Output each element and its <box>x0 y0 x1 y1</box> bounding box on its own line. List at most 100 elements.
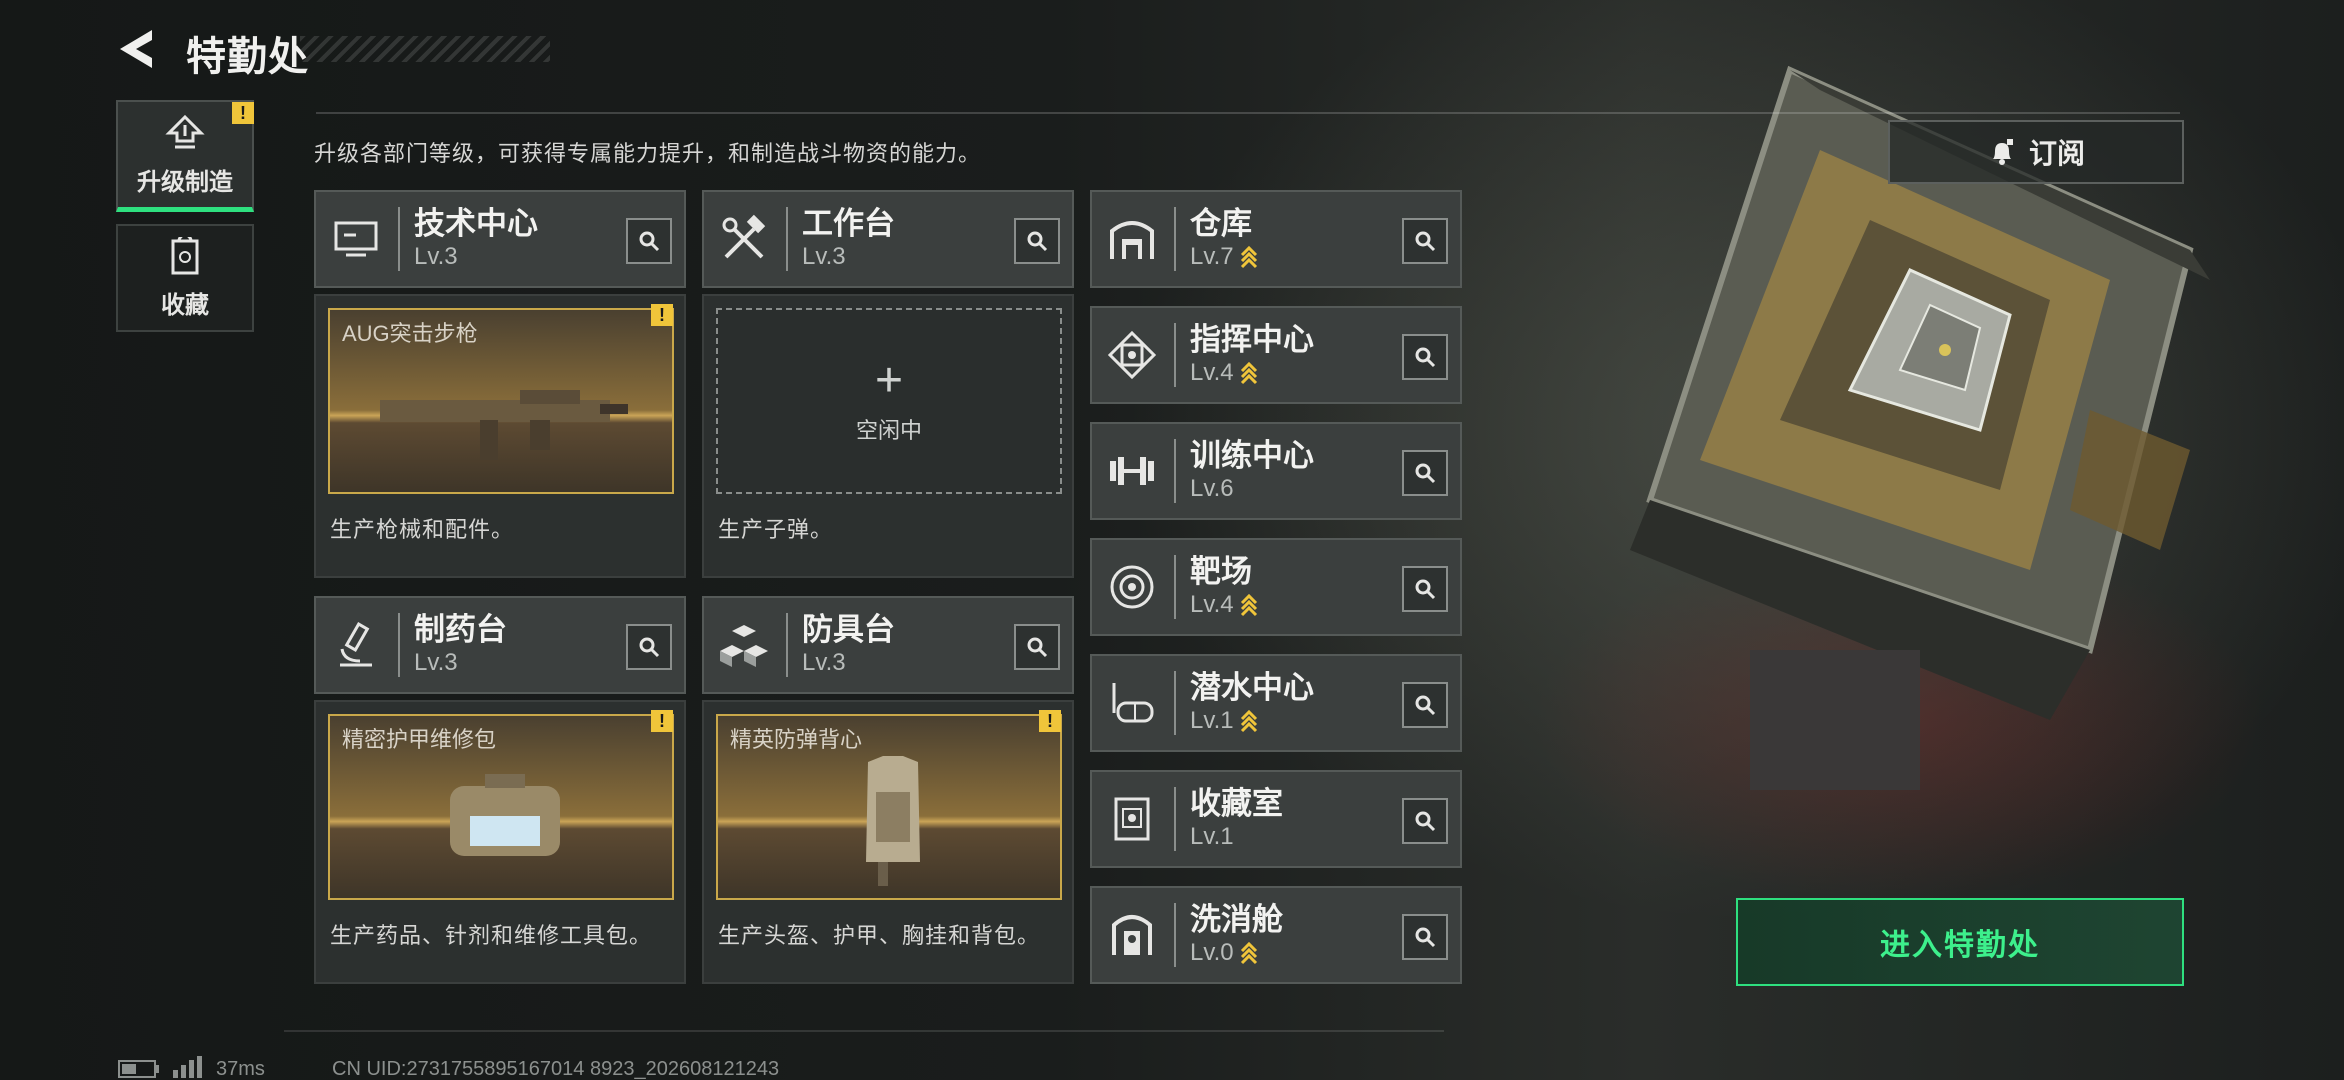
production-slot[interactable]: 精密护甲维修包 <box>328 714 674 900</box>
station-name: 技术中心 <box>414 206 538 241</box>
facility-training-center[interactable]: 训练中心 Lv.6 <box>1090 422 1462 520</box>
station-name: 工作台 <box>802 206 895 241</box>
production-slot[interactable]: 精英防弹背心 <box>716 714 1062 900</box>
empty-production-slot[interactable]: + 空闲中 <box>716 308 1062 494</box>
search-icon <box>1415 927 1436 948</box>
subscribe-button[interactable]: 订阅 <box>1888 120 2184 184</box>
search-icon <box>1415 347 1436 368</box>
station-description: 生产子弹。 <box>718 517 834 542</box>
alert-badge: ! <box>651 304 673 326</box>
station-level: Lv.3 <box>414 649 458 676</box>
page-description: 升级各部门等级，可获得专属能力提升，和制造战斗物资的能力。 <box>314 141 982 166</box>
search-icon <box>639 231 660 252</box>
search-icon <box>1415 695 1436 716</box>
upgrade-chevron-icon <box>1240 709 1257 733</box>
facility-command-center[interactable]: 指挥中心 Lv.4 <box>1090 306 1462 404</box>
rifle-image <box>380 390 628 460</box>
slot-item-name: AUG突击步枪 <box>342 321 478 346</box>
microscope-icon <box>340 622 372 667</box>
user-uid: CN UID:2731755895167014 8923_20260812124… <box>332 1058 780 1080</box>
warehouse-icon <box>1110 221 1154 259</box>
separator <box>1174 207 1176 271</box>
collection-room-icon <box>1114 797 1150 841</box>
back-arrow-icon[interactable] <box>116 28 158 70</box>
title-decoration <box>300 36 550 62</box>
tools-icon <box>722 214 766 259</box>
enter-special-ops-button[interactable]: 进入特勤处 <box>1736 898 2184 986</box>
upgrade-chevron-icon <box>1240 941 1257 965</box>
slot-item-name: 精英防弹背心 <box>730 727 863 752</box>
station-workbench-header[interactable]: 工作台 Lv.3 <box>702 190 1074 288</box>
upgrade-chevron-icon <box>1240 361 1257 385</box>
search-icon <box>639 637 660 658</box>
search-icon <box>1027 637 1048 658</box>
dive-mask-icon <box>1112 683 1154 723</box>
upgrade-chevron-icon <box>1240 245 1257 269</box>
station-name: 制药台 <box>414 612 507 647</box>
search-button[interactable] <box>1402 218 1448 264</box>
station-tech-center-header[interactable]: 技术中心 Lv.3 <box>314 190 686 288</box>
divider <box>316 112 2180 114</box>
separator <box>1174 323 1176 387</box>
facility-level: Lv.0 <box>1190 939 1234 966</box>
facility-level: Lv.6 <box>1190 475 1234 502</box>
station-description: 生产头盔、护甲、胸挂和背包。 <box>718 923 1041 948</box>
search-icon <box>1415 463 1436 484</box>
station-armor-header[interactable]: 防具台 Lv.3 <box>702 596 1074 694</box>
facility-warehouse[interactable]: 仓库 Lv.7 <box>1090 190 1462 288</box>
nav-tab-collection[interactable]: 收藏 <box>116 224 254 332</box>
facility-name: 靶场 <box>1190 554 1252 589</box>
nav-label: 升级制造 <box>137 169 233 196</box>
search-button[interactable] <box>1402 798 1448 844</box>
station-workbench-body: + 空闲中 生产子弹。 <box>702 294 1074 578</box>
enter-button-label: 进入特勤处 <box>1880 929 2040 962</box>
facility-shooting-range[interactable]: 靶场 Lv.4 <box>1090 538 1462 636</box>
facility-collection-room[interactable]: 收藏室 Lv.1 <box>1090 770 1462 868</box>
facility-name: 指挥中心 <box>1190 322 1314 357</box>
cubes-icon <box>720 625 768 667</box>
search-button[interactable] <box>1402 682 1448 728</box>
search-button[interactable] <box>1014 624 1060 670</box>
upgrade-icon <box>165 114 205 149</box>
battery-icon <box>118 1060 159 1078</box>
search-icon <box>1415 579 1436 600</box>
station-level: Lv.3 <box>414 243 458 270</box>
search-button[interactable] <box>1014 218 1060 264</box>
signal-icon <box>173 1056 202 1078</box>
repair-kit-image <box>450 774 560 856</box>
search-icon <box>1027 231 1048 252</box>
facility-level: Lv.1 <box>1190 823 1234 850</box>
page-title: 特勤处 <box>186 35 309 79</box>
nav-label: 收藏 <box>161 292 209 319</box>
separator <box>398 613 400 677</box>
separator <box>786 207 788 271</box>
target-icon <box>1110 565 1154 609</box>
facility-level: Lv.4 <box>1190 591 1234 618</box>
facility-level: Lv.4 <box>1190 359 1234 386</box>
search-button[interactable] <box>626 624 672 670</box>
facility-dive-center[interactable]: 潜水中心 Lv.1 <box>1090 654 1462 752</box>
separator <box>398 207 400 271</box>
search-button[interactable] <box>1402 566 1448 612</box>
station-pharmacy-body: 精密护甲维修包 ! 生产药品、针剂和维修工具包。 <box>314 700 686 984</box>
facility-decon-chamber[interactable]: 洗消舱 Lv.0 <box>1090 886 1462 984</box>
ping-readout: 37ms <box>216 1058 265 1080</box>
station-pharmacy-header[interactable]: 制药台 Lv.3 <box>314 596 686 694</box>
station-name: 防具台 <box>802 612 895 647</box>
separator <box>1174 787 1176 851</box>
idle-label: 空闲中 <box>855 418 922 443</box>
upgrade-chevron-icon <box>1240 593 1257 617</box>
search-button[interactable] <box>1402 914 1448 960</box>
search-button[interactable] <box>626 218 672 264</box>
bell-icon <box>1992 139 2013 165</box>
station-level: Lv.3 <box>802 243 846 270</box>
production-slot[interactable]: AUG突击步枪 <box>328 308 674 494</box>
station-description: 生产枪械和配件。 <box>330 517 515 542</box>
search-button[interactable] <box>1402 450 1448 496</box>
divider <box>284 1030 1444 1032</box>
body-armor-image <box>866 756 920 886</box>
search-icon <box>1415 811 1436 832</box>
station-level: Lv.3 <box>802 649 846 676</box>
facility-level: Lv.7 <box>1190 243 1234 270</box>
search-button[interactable] <box>1402 334 1448 380</box>
